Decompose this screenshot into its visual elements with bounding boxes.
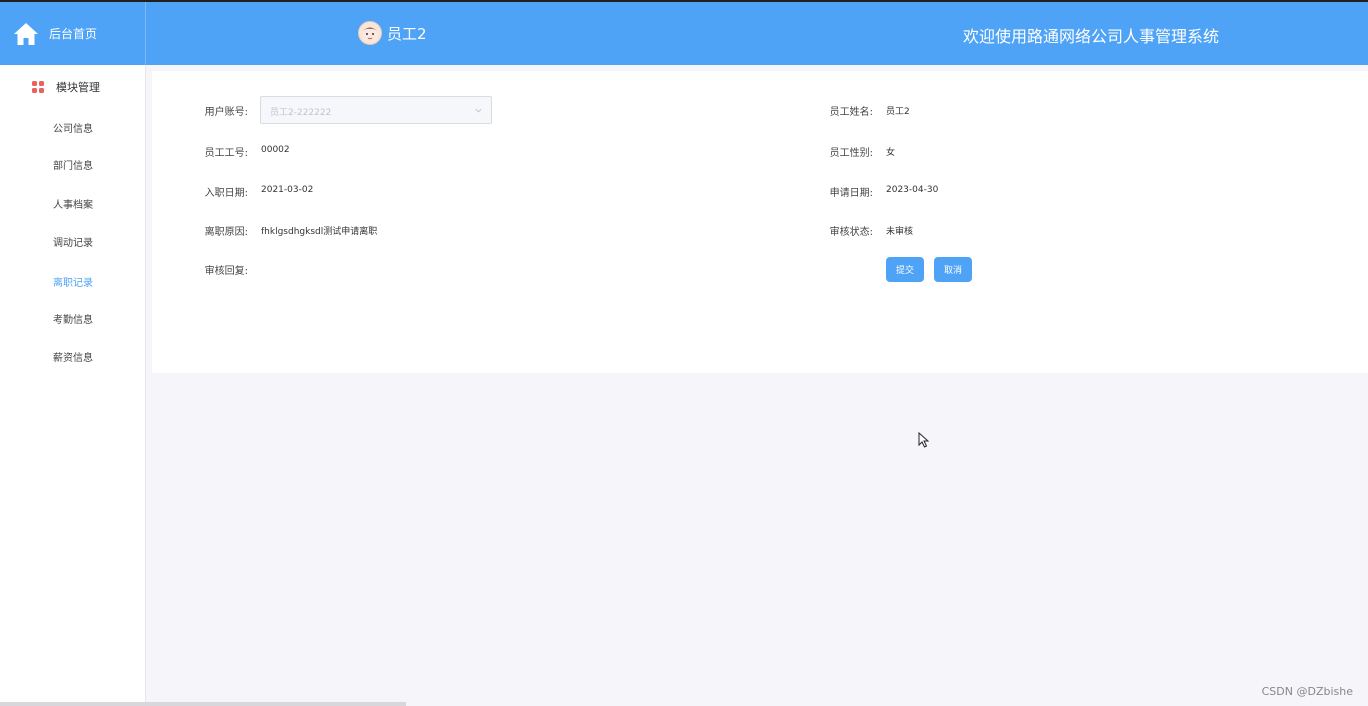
- sidebar-item-company-info[interactable]: 公司信息: [0, 120, 146, 135]
- sidebar-menu-title: 模块管理: [56, 81, 100, 94]
- top-header: 后台首页 员工2 欢迎使用路通网络公司人事管理系统: [0, 0, 1368, 65]
- chevron-down-icon: [475, 108, 482, 113]
- sidebar: 模块管理 公司信息 部门信息 人事档案 调动记录 离职记录 考勤信息 薪资信息: [0, 65, 146, 706]
- apply-date-value: 2023-04-30: [886, 185, 939, 195]
- account-label: 用户账号:: [204, 107, 248, 118]
- horizontal-scrollbar[interactable]: [0, 702, 406, 706]
- sidebar-item-transfer-records[interactable]: 调动记录: [0, 234, 146, 249]
- submit-button[interactable]: 提交: [886, 257, 924, 282]
- sidebar-item-personnel-files[interactable]: 人事档案: [0, 196, 146, 211]
- home-label: 后台首页: [49, 27, 98, 41]
- hire-date-value: 2021-03-02: [261, 185, 314, 195]
- cancel-button[interactable]: 取消: [934, 257, 972, 282]
- welcome-title: 欢迎使用路通网络公司人事管理系统: [963, 27, 1220, 46]
- reason-label: 离职原因:: [204, 227, 248, 238]
- name-value: 员工2: [886, 107, 910, 117]
- name-label: 员工姓名:: [829, 107, 873, 118]
- home-link[interactable]: 后台首页: [0, 2, 146, 65]
- gender-label: 员工性别:: [829, 148, 873, 159]
- grid-icon: [32, 81, 44, 93]
- user-menu[interactable]: 员工2: [358, 21, 427, 45]
- sidebar-item-attendance-info[interactable]: 考勤信息: [0, 311, 146, 326]
- watermark: CSDN @DZbishe: [1261, 685, 1353, 698]
- apply-date-label: 申请日期:: [829, 188, 873, 199]
- account-select[interactable]: 员工2-222222: [260, 96, 492, 124]
- gender-value: 女: [886, 148, 896, 158]
- mouse-cursor-icon: [918, 432, 929, 448]
- sidebar-item-department-info[interactable]: 部门信息: [0, 157, 146, 172]
- avatar: [358, 21, 382, 45]
- reply-label: 审核回复:: [204, 266, 248, 277]
- employee-no-value: 00002: [261, 145, 290, 155]
- sidebar-item-salary-info[interactable]: 薪资信息: [0, 349, 146, 364]
- avatar-face-icon: [362, 26, 378, 42]
- home-icon: [14, 22, 38, 45]
- status-value: 未审核: [886, 227, 914, 237]
- sidebar-menu-header[interactable]: 模块管理: [0, 65, 146, 109]
- user-name: 员工2: [387, 24, 427, 43]
- status-label: 审核状态:: [829, 227, 873, 238]
- hire-date-label: 入职日期:: [204, 188, 248, 199]
- account-select-value: 员工2-222222: [270, 108, 332, 118]
- employee-no-label: 员工工号:: [204, 148, 248, 159]
- sidebar-item-resignation-records[interactable]: 离职记录: [0, 274, 146, 289]
- reason-value: fhklgsdhgksdl测试申请离职: [261, 227, 378, 237]
